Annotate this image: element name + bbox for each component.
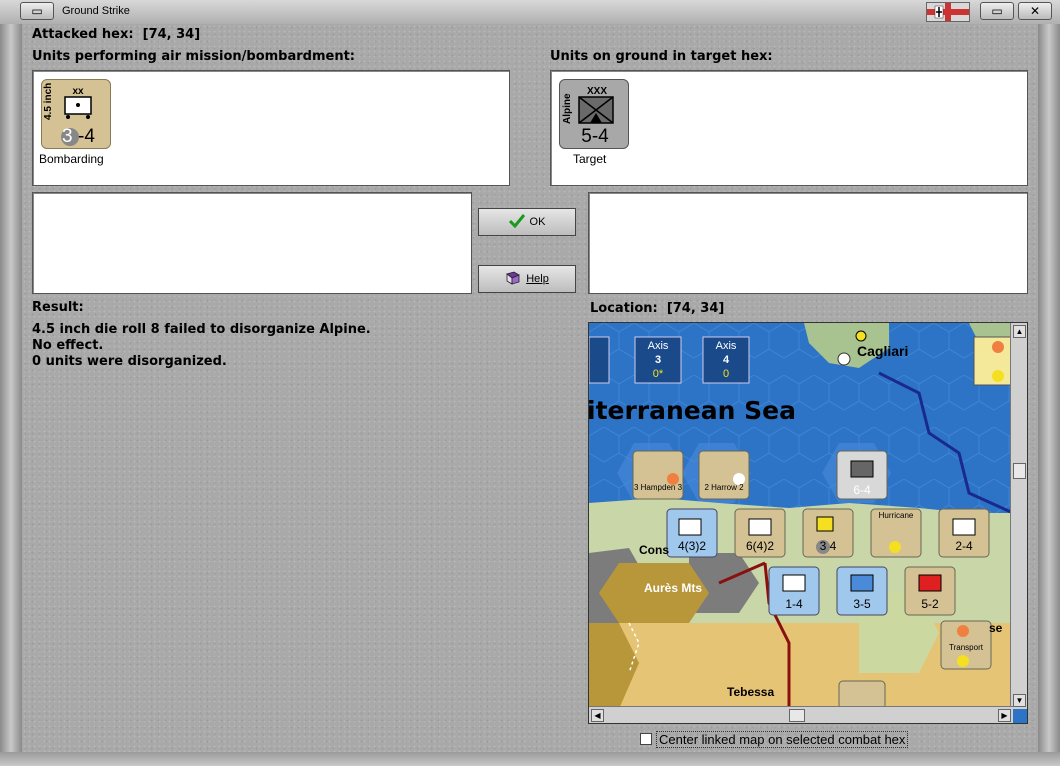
svg-text:4.5 inch: 4.5 inch <box>43 83 54 120</box>
unit-status-bombarding: Bombarding <box>39 152 104 166</box>
air-mission-units-label: Units performing air mission/bombardment… <box>32 49 356 64</box>
city-label-cons: Cons <box>639 543 669 557</box>
unit-counter-4-5-inch[interactable]: 4.5 inch xx 3 -4 <box>41 79 111 149</box>
result-label: Result: <box>32 300 84 315</box>
scroll-right-icon[interactable]: ▶ <box>998 709 1011 722</box>
svg-text:Alpine: Alpine <box>562 93 573 124</box>
city-label-cagliari: Cagliari <box>857 343 909 359</box>
scroll-up-icon[interactable]: ▲ <box>1013 325 1026 338</box>
city-label-tebessa: Tebessa <box>727 685 775 699</box>
axis-box: Axis 4 0 <box>715 340 737 380</box>
close-button[interactable]: ✕ <box>1018 2 1052 20</box>
location-label: Location: [74, 34] <box>590 301 725 316</box>
map-counter[interactable]: 3-5 <box>837 597 887 611</box>
checkmark-icon <box>508 213 525 231</box>
ground-units-list[interactable]: Alpine XXX 5-4 Target <box>550 70 1028 186</box>
map-counter[interactable]: 2-4 <box>939 539 989 553</box>
map-counter[interactable]: 5-2 <box>905 597 955 611</box>
unit-strength-bombard: 3 <box>62 126 73 147</box>
ground-detail-box <box>588 192 1028 294</box>
map-counter[interactable]: 6-4 <box>837 483 887 497</box>
title-bar: ▭ Ground Strike ▭ ✕ <box>0 0 1060 25</box>
center-map-checkbox[interactable] <box>640 733 652 745</box>
window-frame-left[interactable] <box>0 24 22 766</box>
help-label: Help <box>526 273 549 285</box>
map-counter[interactable]: 3 4 <box>803 539 853 553</box>
scroll-thumb[interactable] <box>789 709 805 722</box>
map-counter-harrow[interactable]: 2 Harrow 2 <box>699 483 749 492</box>
attacked-hex-label: Attacked hex: [74, 34] <box>32 27 201 42</box>
map-view[interactable]: iterranean Sea Cagliari Aurès Mts Tebess… <box>588 322 1028 724</box>
map-counter[interactable]: Transport <box>941 643 991 652</box>
city-label-se: se <box>989 621 1003 635</box>
air-mission-units-list[interactable]: 4.5 inch xx 3 -4 Bombarding <box>32 70 510 186</box>
map-counter[interactable]: 4(3)2 <box>667 539 717 553</box>
attacked-hex-value: [74, 34] <box>142 27 201 42</box>
center-map-checkbox-label[interactable]: Center linked map on selected combat hex <box>656 731 909 748</box>
svg-text:xx: xx <box>72 86 84 97</box>
result-line: 0 units were disorganized. <box>32 354 227 369</box>
unit-strength: 5-4 <box>581 126 609 147</box>
window-frame-bottom[interactable] <box>0 752 1060 766</box>
map-counter[interactable]: 6(4)2 <box>735 539 785 553</box>
unit-movement: -4 <box>78 126 95 147</box>
ok-button[interactable]: OK <box>478 208 576 236</box>
window-frame-right[interactable] <box>1038 24 1060 766</box>
map-counter[interactable]: Hurricane <box>871 511 921 520</box>
window-menu-button[interactable]: ▭ <box>20 2 54 20</box>
restore-button[interactable]: ▭ <box>980 2 1014 20</box>
svg-text:XXX: XXX <box>587 86 607 97</box>
unit-status-target: Target <box>573 152 607 166</box>
map-counter[interactable]: 1-4 <box>769 597 819 611</box>
result-line: No effect. <box>32 338 104 353</box>
ground-units-label: Units on ground in target hex: <box>550 49 773 64</box>
flag-icon <box>926 2 970 22</box>
ok-label: OK <box>529 216 546 228</box>
book-icon <box>505 271 521 288</box>
map-horizontal-scrollbar[interactable]: ◀ ▶ <box>589 706 1013 723</box>
location-value: [74, 34] <box>666 301 725 316</box>
terrain-label-aures: Aurès Mts <box>644 581 703 595</box>
sea-label: iterranean Sea <box>588 396 796 425</box>
scroll-down-icon[interactable]: ▼ <box>1013 694 1026 707</box>
axis-box: Axis 3 0* <box>647 340 669 380</box>
scroll-left-icon[interactable]: ◀ <box>591 709 604 722</box>
scroll-thumb[interactable] <box>1013 463 1026 479</box>
unit-counter-alpine[interactable]: Alpine XXX 5-4 <box>559 79 629 149</box>
result-line: 4.5 inch die roll 8 failed to disorganiz… <box>32 322 371 337</box>
map-vertical-scrollbar[interactable]: ▲ ▼ <box>1010 323 1027 709</box>
map-counter-hampden[interactable]: 3 Hampden 3 <box>633 483 683 492</box>
window-title: Ground Strike <box>62 5 130 17</box>
air-detail-box <box>32 192 472 294</box>
help-button[interactable]: Help <box>478 265 576 293</box>
